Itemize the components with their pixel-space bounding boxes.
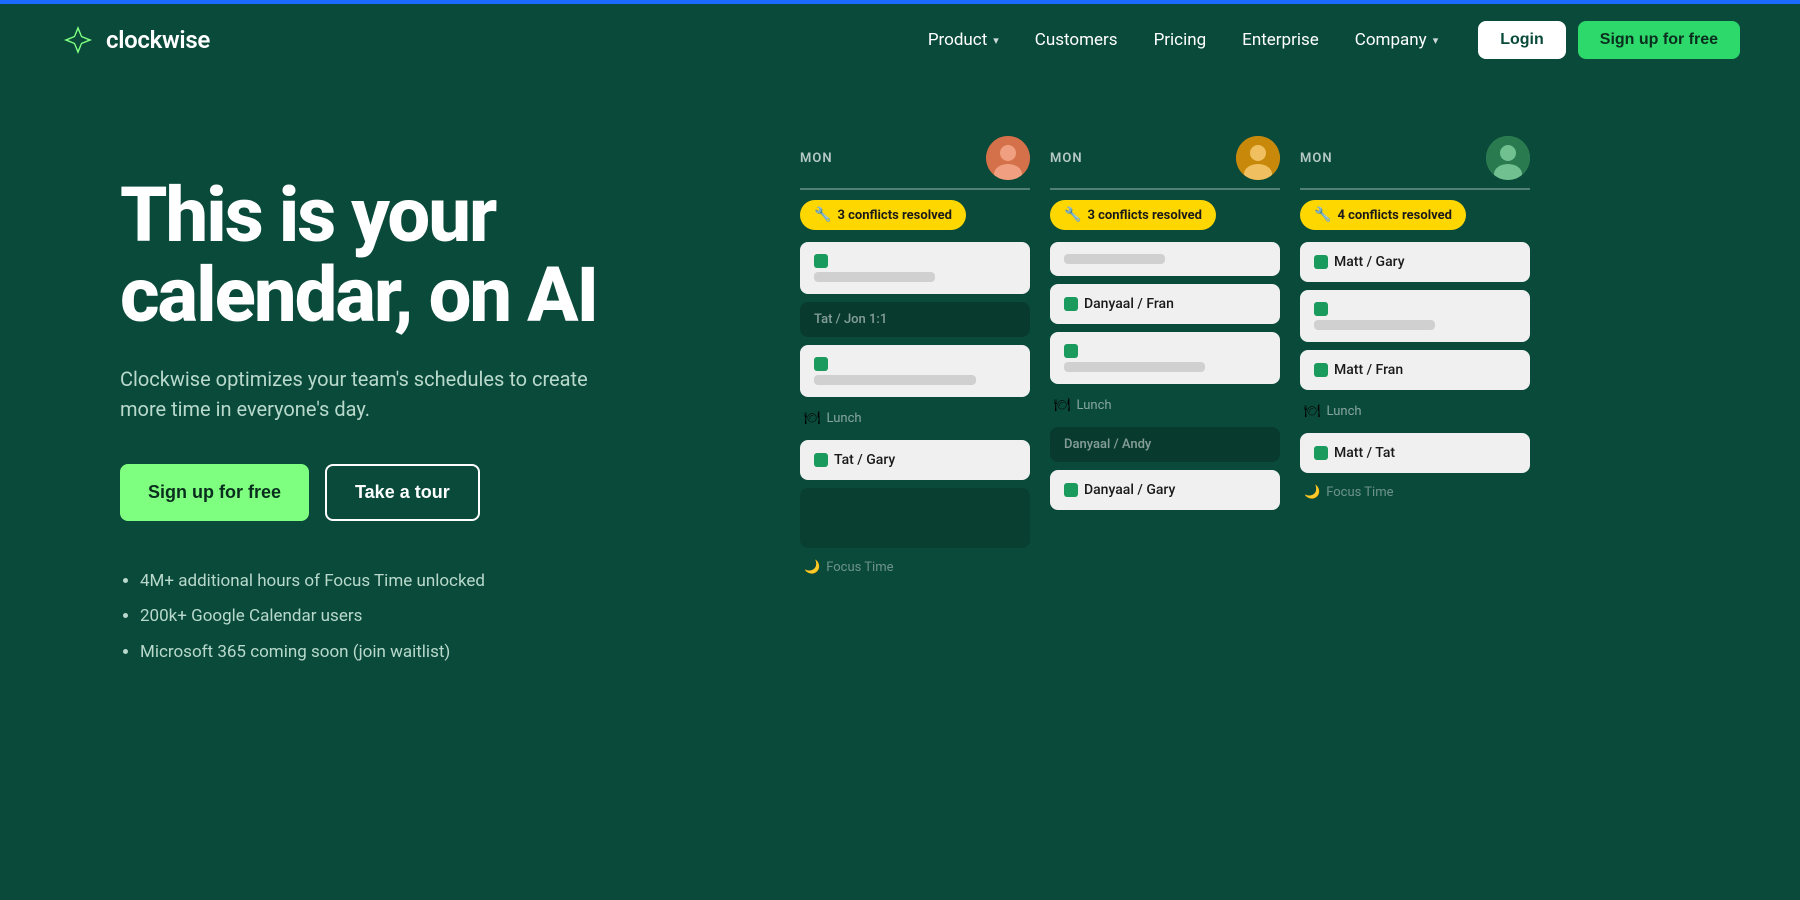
focus-row-1: 🌙 Focus Time (800, 556, 1030, 579)
nav-company[interactable]: Company ▾ (1355, 30, 1438, 50)
event-bar-only (1050, 242, 1280, 276)
cal-day-1: MON (800, 151, 833, 166)
chevron-down-icon: ▾ (993, 34, 999, 47)
hero-cta: Sign up for free Take a tour (120, 464, 740, 521)
event-dot-5 (1064, 344, 1078, 358)
nav-enterprise[interactable]: Enterprise (1242, 30, 1319, 50)
event-danyaal-gary: Danyaal / Gary (1050, 470, 1280, 510)
wrench-icon-2: 🔧 (1064, 207, 1081, 223)
event-bar-4 (1300, 290, 1530, 342)
conflict-badge-3: 🔧 4 conflicts resolved (1300, 200, 1466, 230)
avatar-2 (1236, 136, 1280, 180)
cal-body-1: Tat / Jon 1:1 🍽 Lunch Tat / Gary (800, 242, 1030, 579)
calendar-col-2: MON 🔧 3 conflicts resolved (1050, 136, 1280, 510)
hero-left: This is your calendar, on AI Clockwise o… (120, 116, 740, 675)
event-dot-9 (1314, 363, 1328, 377)
event-bar-line (814, 272, 935, 282)
wrench-icon-1: 🔧 (814, 207, 831, 223)
event-danyaal-fran: Danyaal / Fran (1050, 284, 1280, 324)
signup-nav-button[interactable]: Sign up for free (1578, 21, 1740, 59)
lunch-row-1: 🍽 Lunch (800, 405, 1030, 432)
cal-day-2: MON (1050, 151, 1083, 166)
calendar-col-3: MON 🔧 4 conflicts resolved Matt (1300, 136, 1530, 504)
logo-text: clockwise (106, 26, 210, 54)
hero-subtitle: Clockwise optimizes your team's schedule… (120, 364, 620, 424)
cal-day-3: MON (1300, 151, 1333, 166)
event-danyaal-andy: Danyaal / Andy (1050, 427, 1280, 462)
cal-header-2: MON (1050, 136, 1280, 190)
event-bar-2 (800, 345, 1030, 397)
lunch-row-3: 🍽 Lunch (1300, 398, 1530, 425)
event-dot-4 (1064, 297, 1078, 311)
event-tat-gary: Tat / Gary (800, 440, 1030, 480)
event-dot-2 (814, 357, 828, 371)
event-bar-3 (1050, 332, 1280, 384)
hero-stats: 4M+ additional hours of Focus Time unloc… (120, 569, 740, 666)
lunch-icon-3: 🍽 (1304, 404, 1321, 419)
event-bar-1 (800, 242, 1030, 294)
focus-row-3: 🌙 Focus Time (1300, 481, 1530, 504)
event-bar-line-3 (1064, 362, 1205, 372)
nav-pricing[interactable]: Pricing (1154, 30, 1207, 50)
nav-product[interactable]: Product ▾ (928, 30, 999, 50)
event-dot (814, 254, 828, 268)
hero-section: This is your calendar, on AI Clockwise o… (0, 76, 1800, 896)
focus-icon-1: 🌙 (804, 560, 820, 575)
stat-users: 200k+ Google Calendar users (140, 604, 740, 630)
wrench-icon-3: 🔧 (1314, 207, 1331, 223)
event-bar-line-4 (1314, 320, 1435, 330)
event-dot-8 (1314, 302, 1328, 316)
cal-header-1: MON (800, 136, 1030, 190)
logo[interactable]: clockwise (60, 22, 210, 58)
conflict-badge-2: 🔧 3 conflicts resolved (1050, 200, 1216, 230)
event-matt-tat: Matt / Tat (1300, 433, 1530, 473)
chevron-down-icon: ▾ (1433, 34, 1439, 47)
conflict-badge-1: 🔧 3 conflicts resolved (800, 200, 966, 230)
lunch-icon-1: 🍽 (804, 411, 821, 426)
event-matt-gary: Matt / Gary (1300, 242, 1530, 282)
event-dot-10 (1314, 446, 1328, 460)
login-button[interactable]: Login (1478, 21, 1566, 59)
event-bar-line-2 (814, 375, 976, 385)
avatar-face-3 (1486, 136, 1530, 180)
focus-icon-3: 🌙 (1304, 485, 1320, 500)
nav-customers[interactable]: Customers (1035, 30, 1118, 50)
stat-microsoft: Microsoft 365 coming soon (join waitlist… (140, 640, 740, 666)
event-dot-3 (814, 453, 828, 467)
cal-header-3: MON (1300, 136, 1530, 190)
avatar-3 (1486, 136, 1530, 180)
cal-body-3: Matt / Gary Matt / Fran 🍽 (1300, 242, 1530, 504)
event-dot-7 (1314, 255, 1328, 269)
avatar-face-2 (1236, 136, 1280, 180)
nav-buttons: Login Sign up for free (1478, 21, 1740, 59)
lunch-row-2: 🍽 Lunch (1050, 392, 1280, 419)
event-bar-only-line (1064, 254, 1165, 264)
signup-hero-button[interactable]: Sign up for free (120, 464, 309, 521)
stat-focus-time: 4M+ additional hours of Focus Time unloc… (140, 569, 740, 595)
navbar: clockwise Product ▾ Customers Pricing En… (0, 4, 1800, 76)
event-matt-fran: Matt / Fran (1300, 350, 1530, 390)
calendar-col-1: MON 🔧 3 conflicts resolved (800, 136, 1030, 579)
event-dot-6 (1064, 483, 1078, 497)
spacer-1 (800, 488, 1030, 548)
avatar-face-1 (986, 136, 1030, 180)
nav-links: Product ▾ Customers Pricing Enterprise C… (928, 30, 1438, 50)
logo-icon (60, 22, 96, 58)
tour-button[interactable]: Take a tour (325, 464, 480, 521)
hero-right: MON 🔧 3 conflicts resolved (740, 116, 1700, 579)
cal-body-2: Danyaal / Fran 🍽 Lunch Danyaal / Andy (1050, 242, 1280, 510)
hero-title: This is your calendar, on AI (120, 176, 740, 336)
lunch-icon-2: 🍽 (1054, 398, 1071, 413)
event-tat-jon: Tat / Jon 1:1 (800, 302, 1030, 337)
avatar-1 (986, 136, 1030, 180)
